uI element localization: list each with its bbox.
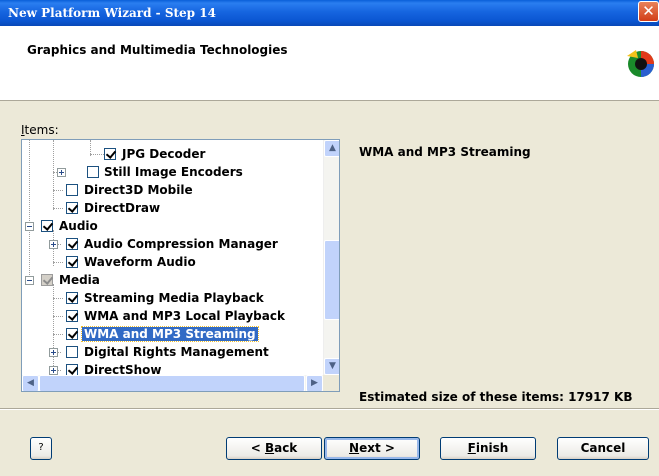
tree-item-label: Audio Compression Manager [84,237,278,251]
back-mnemonic: B [264,441,275,455]
scroll-thumb[interactable] [39,375,305,391]
checkbox[interactable] [66,238,78,250]
expand-icon[interactable] [49,366,58,375]
tree-item-label: WMA and MP3 Local Playback [84,309,285,323]
help-button[interactable]: ? [30,437,52,460]
page-heading: Graphics and Multimedia Technologies [27,43,288,57]
vertical-scrollbar[interactable]: ▲ ▼ [323,140,339,375]
checkbox[interactable] [41,274,53,286]
items-label-rest: tems: [24,123,59,137]
tree-item-audio-compression-manager[interactable]: Audio Compression Manager [22,235,322,253]
checkbox[interactable] [66,184,78,196]
expand-icon[interactable] [49,240,58,249]
next-mnemonic: N [349,441,360,455]
close-button[interactable]: ✕ [638,1,659,22]
tree-item-waveform-audio[interactable]: Waveform Audio [22,253,322,271]
items-label: Items: [21,123,59,137]
finish-label: inish [475,441,509,455]
tree-item-label: Digital Rights Management [84,345,269,359]
scroll-down-button[interactable]: ▼ [324,358,339,375]
scrollbar-corner [323,375,339,391]
checkbox[interactable] [66,328,78,340]
tree-item-label: JPG Decoder [122,147,206,161]
tree-item-digital-rights-management[interactable]: Digital Rights Management [22,343,322,361]
tree-item-label: DirectDraw [84,201,161,215]
back-prefix: < [250,441,265,455]
title-bar: New Platform Wizard - Step 14 ✕ [0,0,659,26]
tree-item-label: Waveform Audio [84,255,196,269]
checkbox[interactable] [41,220,53,232]
checkbox[interactable] [66,256,78,268]
estimated-size: Estimated size of these items: 17917 KB [359,390,633,404]
tree-item-label: Direct3D Mobile [84,183,193,197]
tree-item-still-image-encoders[interactable]: Still Image Encoders [22,163,322,181]
wizard-header: Graphics and Multimedia Technologies [0,26,659,101]
finish-button[interactable]: Finish [440,437,536,460]
back-label: ack [274,441,298,455]
tree-item-label: Still Image Encoders [104,165,243,179]
expand-icon[interactable] [49,348,58,357]
tree-item-label: Streaming Media Playback [84,291,264,305]
tree-item-audio[interactable]: Audio [22,217,322,235]
tree-item-wma-mp3-streaming[interactable]: WMA and MP3 Streaming [22,325,322,343]
tree-item-directdraw[interactable]: DirectDraw [22,199,322,217]
help-icon: ? [38,442,44,453]
checkbox[interactable] [66,346,78,358]
scroll-right-button[interactable]: ▶ [306,375,323,391]
finish-mnemonic: F [467,441,476,455]
back-button[interactable]: < Back [226,437,322,460]
collapse-icon[interactable] [25,276,34,285]
tree-item-label: Audio [59,219,98,233]
tree-item-wma-mp3-local-playback[interactable]: WMA and MP3 Local Playback [22,307,322,325]
checkbox[interactable] [104,148,116,160]
scroll-left-button[interactable]: ◀ [22,375,39,391]
divider [0,408,659,410]
scroll-up-button[interactable]: ▲ [324,140,339,157]
checkbox[interactable] [66,202,78,214]
checkbox[interactable] [66,292,78,304]
tree-item-streaming-media-playback[interactable]: Streaming Media Playback [22,289,322,307]
checkbox[interactable] [66,310,78,322]
horizontal-scrollbar[interactable]: ◀ ▶ [22,375,323,391]
wizard-logo-icon [627,50,654,77]
next-label: ext > [359,441,395,455]
window-title: New Platform Wizard - Step 14 [8,6,216,20]
checkbox[interactable] [87,166,99,178]
tree-item-jpg-decoder[interactable]: JPG Decoder [22,145,322,163]
tree-item-label: Media [59,273,100,287]
collapse-icon[interactable] [25,222,34,231]
tree-item-direct3d-mobile[interactable]: Direct3D Mobile [22,181,322,199]
next-button[interactable]: Next > [324,437,420,460]
item-description: WMA and MP3 Streaming [359,145,531,159]
expand-icon[interactable] [57,168,66,177]
tree-item-media[interactable]: Media [22,271,322,289]
scroll-thumb[interactable] [324,240,339,320]
tree-item-label: WMA and MP3 Streaming [81,326,259,342]
cancel-button[interactable]: Cancel [557,437,649,460]
items-tree[interactable]: JPG Decoder Still Image Encoders Direct3… [21,139,340,392]
